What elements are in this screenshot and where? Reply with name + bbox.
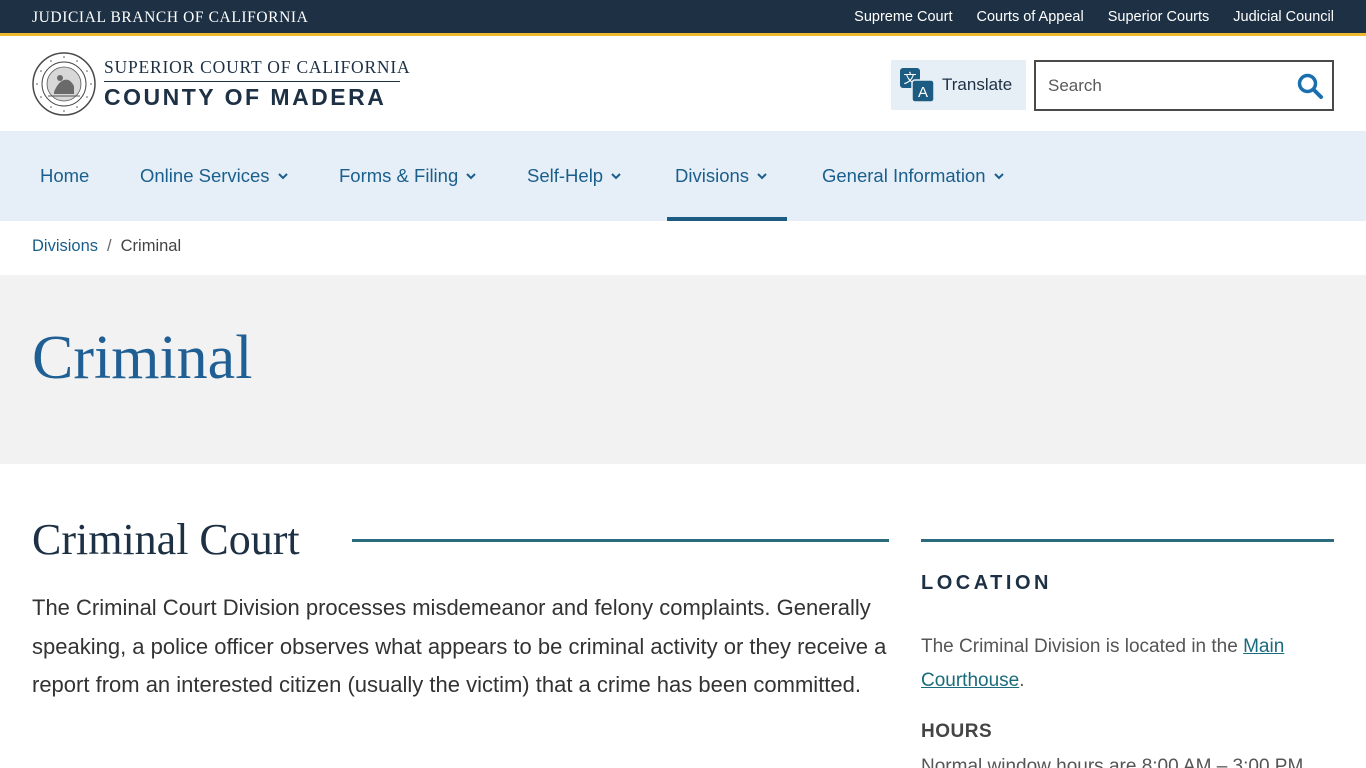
page-hero: Criminal — [0, 275, 1366, 464]
sidebar-divider — [921, 539, 1334, 542]
location-text-lead: The Criminal Division is located in the — [921, 636, 1244, 657]
search-input[interactable] — [1036, 62, 1286, 109]
breadcrumb-current: Criminal — [120, 237, 182, 255]
intro-paragraph: The Criminal Court Division processes mi… — [32, 595, 887, 697]
judicial-council-link[interactable]: Judicial Council — [1233, 9, 1334, 25]
supreme-court-link[interactable]: Supreme Court — [854, 9, 952, 25]
breadcrumb: Divisions / Criminal — [32, 237, 181, 256]
seal-icon — [32, 52, 96, 116]
nav-divisions[interactable]: Divisions — [666, 131, 788, 221]
page-title: Criminal — [32, 324, 253, 392]
nav-forms-filing[interactable]: Forms & Filing — [339, 131, 478, 221]
location-text-end: . — [1019, 670, 1025, 691]
translate-button[interactable]: 文 A Translate — [891, 60, 1026, 110]
nav-divisions-label: Divisions — [675, 165, 750, 186]
translate-label: Translate — [942, 75, 1013, 94]
court-name[interactable]: SUPERIOR COURT OF CALIFORNIA COUNTY OF M… — [104, 57, 410, 112]
nav-online-services[interactable]: Online Services — [140, 131, 290, 221]
translate-icon: 文 A — [900, 68, 935, 103]
section-heading: Criminal Court — [32, 515, 300, 564]
nav-self-help-label: Self-Help — [527, 165, 604, 186]
search-icon[interactable] — [1296, 72, 1324, 100]
nav-self-help[interactable]: Self-Help — [527, 131, 623, 221]
chevron-down-icon — [757, 173, 767, 180]
nav-home[interactable]: Home — [40, 131, 89, 221]
judicial-branch-brand[interactable]: JUDICIAL BRANCH OF CALIFORNIA — [32, 9, 308, 27]
chevron-down-icon — [611, 173, 621, 180]
nav-forms-filing-label: Forms & Filing — [339, 165, 459, 186]
chevron-down-icon — [277, 173, 288, 180]
nav-home-label: Home — [40, 165, 90, 186]
chevron-down-icon — [993, 173, 1004, 180]
svg-text:A: A — [918, 84, 928, 101]
nav-online-services-label: Online Services — [140, 165, 270, 186]
judicial-branch-bar: JUDICIAL BRANCH OF CALIFORNIA Supreme Co… — [0, 0, 1366, 36]
nav-general-information[interactable]: General Information — [822, 131, 1006, 221]
location-title: LOCATION — [921, 572, 1052, 594]
nav-general-information-label: General Information — [822, 165, 986, 186]
search-box — [1034, 60, 1334, 111]
hours-text: Normal window hours are 8:00 AM – 3:00 P… — [921, 756, 1304, 768]
heading-divider — [352, 539, 889, 542]
main-navigation: Home Online Services Forms & Filing Self… — [0, 131, 1366, 221]
chevron-down-icon — [466, 173, 476, 180]
courts-of-appeal-link[interactable]: Courts of Appeal — [976, 9, 1083, 25]
hours-title: HOURS — [921, 721, 993, 742]
court-name-line1: SUPERIOR COURT OF CALIFORNIA — [104, 57, 410, 82]
breadcrumb-separator: / — [107, 237, 112, 255]
court-seal-logo[interactable] — [32, 52, 96, 116]
court-name-line2: COUNTY OF MADERA — [104, 84, 387, 110]
superior-courts-link[interactable]: Superior Courts — [1108, 9, 1210, 25]
location-text: The Criminal Division is located in the … — [921, 630, 1321, 698]
site-header: SUPERIOR COURT OF CALIFORNIA COUNTY OF M… — [0, 39, 1366, 131]
judicial-links: Supreme Court Courts of Appeal Superior … — [854, 9, 1334, 25]
breadcrumb-divisions-link[interactable]: Divisions — [32, 237, 98, 255]
